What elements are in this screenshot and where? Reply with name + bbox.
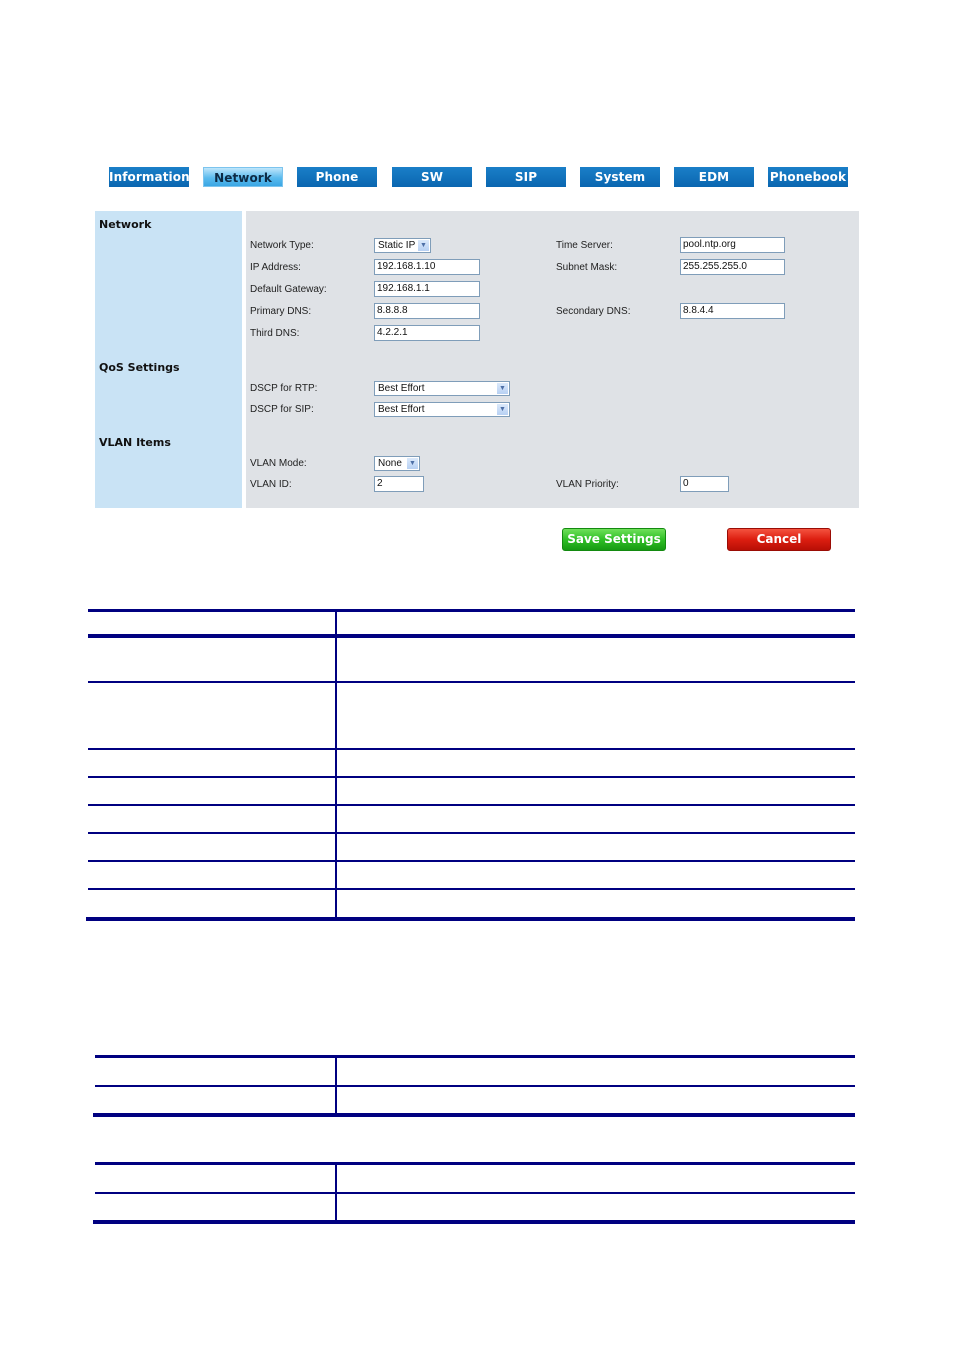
table-bottom-rule: [93, 1113, 855, 1117]
table-top-rule: [95, 1055, 855, 1058]
tab-phone[interactable]: Phone: [297, 167, 377, 187]
default-gateway-label: Default Gateway:: [250, 284, 327, 295]
third-dns-label: Third DNS:: [250, 328, 300, 339]
save-settings-button[interactable]: Save Settings: [562, 528, 666, 551]
table-row-rule: [95, 1085, 855, 1087]
vlan-id-input[interactable]: 2: [374, 476, 424, 492]
dscp-rtp-select[interactable]: Best Effort ▼: [374, 381, 510, 396]
section-title-vlan: VLAN Items: [99, 436, 171, 449]
third-dns-input[interactable]: 4.2.2.1: [374, 325, 480, 341]
chevron-down-icon: ▼: [418, 240, 429, 251]
table-header-rule: [88, 634, 855, 638]
primary-dns-input[interactable]: 8.8.8.8: [374, 303, 480, 319]
vlan-priority-input[interactable]: 0: [680, 476, 729, 492]
table-column-divider: [335, 1058, 337, 1113]
dscp-rtp-label: DSCP for RTP:: [250, 383, 318, 394]
table-row-rule: [88, 681, 855, 683]
ip-address-label: IP Address:: [250, 262, 301, 273]
default-gateway-input[interactable]: 192.168.1.1: [374, 281, 480, 297]
secondary-dns-label: Secondary DNS:: [556, 306, 631, 317]
time-server-input[interactable]: pool.ntp.org: [680, 237, 785, 253]
tab-system[interactable]: System: [580, 167, 660, 187]
vlan-mode-value: None: [378, 458, 402, 469]
vlan-priority-label: VLAN Priority:: [556, 479, 619, 490]
tab-edm[interactable]: EDM: [674, 167, 754, 187]
tab-phonebook[interactable]: Phonebook: [768, 167, 848, 187]
subnet-mask-input[interactable]: 255.255.255.0: [680, 259, 785, 275]
settings-panel: [246, 211, 859, 508]
dscp-sip-value: Best Effort: [378, 404, 425, 415]
secondary-dns-input[interactable]: 8.8.4.4: [680, 303, 785, 319]
vlan-id-label: VLAN ID:: [250, 479, 292, 490]
table-bottom-rule: [86, 917, 855, 921]
network-type-value: Static IP: [378, 240, 416, 251]
dscp-rtp-value: Best Effort: [378, 383, 425, 394]
table-column-divider: [335, 612, 337, 917]
subnet-mask-label: Subnet Mask:: [556, 262, 618, 273]
section-title-network: Network: [99, 218, 152, 231]
table-row-rule: [88, 748, 855, 750]
table-row-rule: [95, 1192, 855, 1194]
table-bottom-rule: [93, 1220, 855, 1224]
tab-sip[interactable]: SIP: [486, 167, 566, 187]
table-row-rule: [88, 804, 855, 806]
tab-information[interactable]: Information: [109, 167, 190, 187]
primary-dns-label: Primary DNS:: [250, 306, 312, 317]
dscp-sip-label: DSCP for SIP:: [250, 404, 314, 415]
time-server-label: Time Server:: [556, 240, 613, 251]
table-top-rule: [95, 1162, 855, 1165]
section-sidebar: [95, 211, 242, 508]
dscp-sip-select[interactable]: Best Effort ▼: [374, 402, 510, 417]
table-row-rule: [88, 888, 855, 890]
table-column-divider: [335, 1165, 337, 1220]
chevron-down-icon: ▼: [407, 458, 418, 469]
table-row-rule: [88, 832, 855, 834]
table-row-rule: [88, 860, 855, 862]
tab-sw-upgrade[interactable]: SW Upgrade: [392, 167, 472, 204]
vlan-mode-label: VLAN Mode:: [250, 458, 307, 469]
tab-network[interactable]: Network: [203, 167, 283, 187]
cancel-button[interactable]: Cancel: [727, 528, 831, 551]
network-type-select[interactable]: Static IP ▼: [374, 238, 431, 253]
chevron-down-icon: ▼: [497, 404, 508, 415]
ip-address-input[interactable]: 192.168.1.10: [374, 259, 480, 275]
section-title-qos: QoS Settings: [99, 361, 180, 374]
network-type-label: Network Type:: [250, 240, 314, 251]
chevron-down-icon: ▼: [497, 383, 508, 394]
table-top-rule: [88, 609, 855, 612]
vlan-mode-select[interactable]: None ▼: [374, 456, 420, 471]
table-row-rule: [88, 776, 855, 778]
